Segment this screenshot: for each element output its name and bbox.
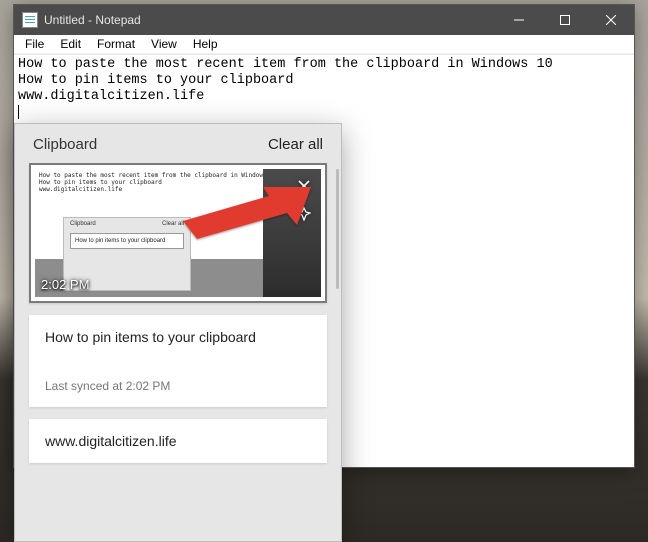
close-icon [297, 179, 311, 193]
minimize-button[interactable] [496, 5, 542, 35]
clipboard-history-flyout: Clipboard Clear all How to paste the mos… [14, 123, 342, 542]
delete-item-button[interactable] [295, 177, 313, 195]
menu-file[interactable]: File [18, 36, 51, 52]
text-caret [18, 105, 19, 119]
editor-line: How to pin items to your clipboard [18, 73, 293, 88]
menu-format[interactable]: Format [90, 36, 142, 52]
menu-bar: File Edit Format View Help [14, 35, 634, 54]
window-title: Untitled - Notepad [44, 13, 496, 27]
close-button[interactable] [588, 5, 634, 35]
pin-icon [297, 207, 311, 221]
clipboard-item-image[interactable]: How to paste the most recent item from t… [29, 163, 327, 303]
menu-view[interactable]: View [144, 36, 184, 52]
clipboard-item-text[interactable]: How to pin items to your clipboard Last … [29, 315, 327, 407]
pin-item-button[interactable] [295, 205, 313, 223]
clipboard-list: How to paste the most recent item from t… [15, 163, 341, 541]
desktop-background: Untitled - Notepad File Edit Format View… [0, 0, 648, 542]
clipboard-item-time: 2:02 PM [41, 277, 89, 292]
clipboard-title: Clipboard [33, 136, 97, 153]
notepad-icon [22, 12, 38, 28]
maximize-button[interactable] [542, 5, 588, 35]
clipboard-item-content: www.digitalcitizen.life [45, 433, 311, 449]
clipboard-item-sync: Last synced at 2:02 PM [45, 379, 311, 393]
clipboard-thumbnail: How to paste the most recent item from t… [35, 169, 321, 297]
menu-help[interactable]: Help [186, 36, 225, 52]
scrollbar-thumb[interactable] [336, 169, 339, 289]
clipboard-item-text[interactable]: www.digitalcitizen.life [29, 419, 327, 463]
editor-line: www.digitalcitizen.life [18, 89, 204, 104]
titlebar[interactable]: Untitled - Notepad [14, 5, 634, 35]
clipboard-header: Clipboard Clear all [15, 124, 341, 163]
clear-all-button[interactable]: Clear all [268, 136, 323, 153]
clipboard-item-content: How to pin items to your clipboard [45, 329, 311, 345]
editor-line: How to paste the most recent item from t… [18, 57, 553, 72]
menu-edit[interactable]: Edit [53, 36, 88, 52]
